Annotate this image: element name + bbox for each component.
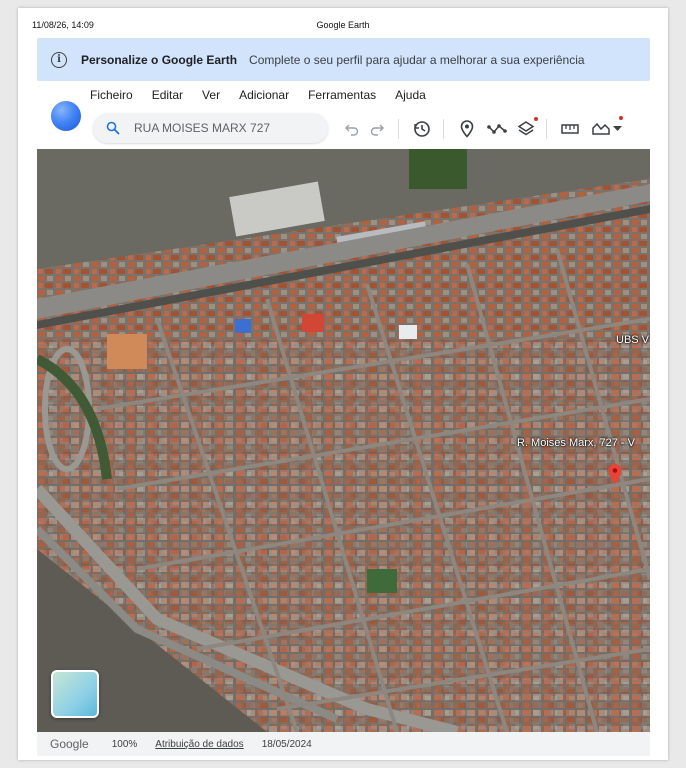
redo-icon xyxy=(370,124,384,136)
zoom-level: 100% xyxy=(111,738,138,750)
undo-button[interactable] xyxy=(341,118,363,140)
map-label-address[interactable]: R. Moises Marx, 727 - V xyxy=(517,437,635,449)
data-attribution-link[interactable]: Atribuição de dados xyxy=(155,739,243,750)
location-pin-icon[interactable] xyxy=(608,464,622,484)
satellite-map[interactable]: UBS V R. Moises Marx, 727 - V xyxy=(37,149,650,732)
layers-notification-dot xyxy=(534,117,538,121)
chevron-down-icon xyxy=(613,126,622,131)
print-header: 11/08/26, 14:09 Google Earth xyxy=(18,20,668,34)
menu-bar: Ficheiro Editar Ver Adicionar Ferramenta… xyxy=(90,88,445,106)
search-input[interactable] xyxy=(134,121,314,135)
menu-ver[interactable]: Ver xyxy=(202,88,220,106)
google-earth-logo[interactable] xyxy=(51,101,81,131)
history-icon xyxy=(414,121,430,137)
banner-text: Complete o seu perfil para ajudar a melh… xyxy=(249,52,585,67)
path-button[interactable] xyxy=(486,118,508,140)
menu-editar[interactable]: Editar xyxy=(152,88,183,106)
menu-ferramentas[interactable]: Ferramentas xyxy=(308,88,376,106)
path-icon xyxy=(487,124,507,134)
toolbar xyxy=(93,111,649,147)
ruler-icon xyxy=(561,124,579,134)
print-title: Google Earth xyxy=(316,20,370,30)
search-box[interactable] xyxy=(93,113,328,143)
projects-notification-dot xyxy=(619,116,623,120)
map-style-thumbnail[interactable] xyxy=(51,670,99,718)
menu-adicionar[interactable]: Adicionar xyxy=(239,88,289,106)
layers-icon xyxy=(517,121,535,136)
undo-icon xyxy=(345,124,359,136)
projects-icon xyxy=(592,122,610,135)
projects-button[interactable] xyxy=(589,116,625,140)
map-label-ubs[interactable]: UBS V xyxy=(616,334,649,346)
placemark-icon xyxy=(460,120,474,138)
personalize-banner[interactable]: i Personalize o Google Earth Complete o … xyxy=(37,38,650,81)
redo-button[interactable] xyxy=(366,118,388,140)
search-icon xyxy=(106,121,120,135)
toolbar-divider xyxy=(398,119,399,139)
layers-button[interactable] xyxy=(515,117,538,140)
imagery-date: 18/05/2024 xyxy=(261,738,312,750)
status-bar: Google 100% Atribuição de dados 18/05/20… xyxy=(37,732,650,756)
print-page: 11/08/26, 14:09 Google Earth i Personali… xyxy=(18,8,668,760)
menu-ficheiro[interactable]: Ficheiro xyxy=(90,88,133,106)
toolbar-divider xyxy=(546,119,547,139)
history-button[interactable] xyxy=(411,118,433,140)
banner-title: Personalize o Google Earth xyxy=(81,52,238,67)
menu-ajuda[interactable]: Ajuda xyxy=(395,88,426,106)
placemark-button[interactable] xyxy=(456,118,478,140)
toolbar-divider xyxy=(443,119,444,139)
info-icon: i xyxy=(51,51,67,68)
google-logo: Google xyxy=(50,737,89,751)
ruler-button[interactable] xyxy=(559,118,581,140)
